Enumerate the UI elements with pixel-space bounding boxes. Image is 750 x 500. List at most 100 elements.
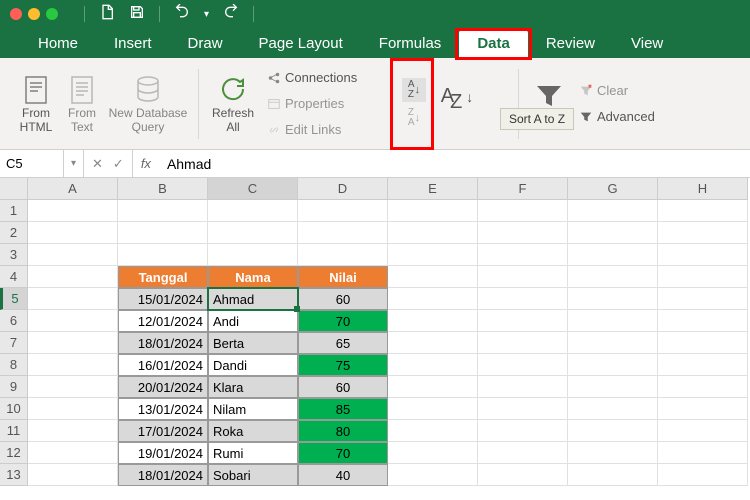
cell-G10[interactable] <box>568 398 658 420</box>
cell-E2[interactable] <box>388 222 478 244</box>
tab-page-layout[interactable]: Page Layout <box>241 30 361 58</box>
cell-C4[interactable]: Nama <box>208 266 298 288</box>
row-header-12[interactable]: 12 <box>0 442 28 464</box>
cell-F3[interactable] <box>478 244 568 266</box>
cell-D8[interactable]: 75 <box>298 354 388 376</box>
cell-C1[interactable] <box>208 200 298 222</box>
cell-E9[interactable] <box>388 376 478 398</box>
cell-C13[interactable]: Sobari <box>208 464 298 486</box>
cell-A4[interactable] <box>28 266 118 288</box>
cell-C11[interactable]: Roka <box>208 420 298 442</box>
name-box-dropdown[interactable]: ▾ <box>64 150 84 177</box>
cell-H3[interactable] <box>658 244 748 266</box>
cell-G4[interactable] <box>568 266 658 288</box>
row-header-2[interactable]: 2 <box>0 222 28 244</box>
sort-desc-button[interactable]: ZA↓ <box>402 106 426 130</box>
cell-C5[interactable]: Ahmad <box>208 288 298 310</box>
cell-F1[interactable] <box>478 200 568 222</box>
tab-formulas[interactable]: Formulas <box>361 30 460 58</box>
spreadsheet-grid[interactable]: ABCDEFGH1234Tanggal seleksiNamaNilai515/… <box>0 178 750 486</box>
cell-C7[interactable]: Berta <box>208 332 298 354</box>
cell-F7[interactable] <box>478 332 568 354</box>
cell-F13[interactable] <box>478 464 568 486</box>
cell-D11[interactable]: 80 <box>298 420 388 442</box>
col-header-E[interactable]: E <box>388 178 478 200</box>
col-header-D[interactable]: D <box>298 178 388 200</box>
cell-D6[interactable]: 70 <box>298 310 388 332</box>
cell-A8[interactable] <box>28 354 118 376</box>
cell-B3[interactable] <box>118 244 208 266</box>
cell-B10[interactable]: 13/01/2024 <box>118 398 208 420</box>
cell-H1[interactable] <box>658 200 748 222</box>
cell-G8[interactable] <box>568 354 658 376</box>
sort-asc-button[interactable]: AZ↓ <box>402 78 426 102</box>
cell-A7[interactable] <box>28 332 118 354</box>
col-header-C[interactable]: C <box>208 178 298 200</box>
cell-C10[interactable]: Nilam <box>208 398 298 420</box>
cell-A3[interactable] <box>28 244 118 266</box>
cell-A9[interactable] <box>28 376 118 398</box>
cell-B6[interactable]: 12/01/2024 <box>118 310 208 332</box>
cell-H9[interactable] <box>658 376 748 398</box>
formula-value[interactable]: Ahmad <box>159 150 750 177</box>
cell-D2[interactable] <box>298 222 388 244</box>
cell-E8[interactable] <box>388 354 478 376</box>
cell-B5[interactable]: 15/01/2024 <box>118 288 208 310</box>
cell-D3[interactable] <box>298 244 388 266</box>
from-html-button[interactable]: From HTML <box>14 73 58 135</box>
cell-C2[interactable] <box>208 222 298 244</box>
cell-B13[interactable]: 18/01/2024 <box>118 464 208 486</box>
row-header-13[interactable]: 13 <box>0 464 28 486</box>
cell-B12[interactable]: 19/01/2024 <box>118 442 208 464</box>
advanced-button[interactable]: Advanced <box>575 106 675 128</box>
cell-C12[interactable]: Rumi <box>208 442 298 464</box>
cell-H7[interactable] <box>658 332 748 354</box>
cell-H10[interactable] <box>658 398 748 420</box>
properties-button[interactable]: Properties <box>263 93 383 115</box>
row-header-10[interactable]: 10 <box>0 398 28 420</box>
window-close-icon[interactable] <box>10 8 22 20</box>
cell-H12[interactable] <box>658 442 748 464</box>
cell-C6[interactable]: Andi <box>208 310 298 332</box>
cell-D12[interactable]: 70 <box>298 442 388 464</box>
col-header-F[interactable]: F <box>478 178 568 200</box>
cell-G7[interactable] <box>568 332 658 354</box>
window-zoom-icon[interactable] <box>46 8 58 20</box>
cell-A2[interactable] <box>28 222 118 244</box>
cell-G3[interactable] <box>568 244 658 266</box>
cell-B11[interactable]: 17/01/2024 <box>118 420 208 442</box>
tab-draw[interactable]: Draw <box>170 30 241 58</box>
fx-label[interactable]: fx <box>133 150 159 177</box>
cell-B8[interactable]: 16/01/2024 <box>118 354 208 376</box>
tab-home[interactable]: Home <box>20 30 96 58</box>
col-header-G[interactable]: G <box>568 178 658 200</box>
row-header-9[interactable]: 9 <box>0 376 28 398</box>
redo-icon[interactable] <box>223 4 239 25</box>
cell-E1[interactable] <box>388 200 478 222</box>
cell-H2[interactable] <box>658 222 748 244</box>
cell-H5[interactable] <box>658 288 748 310</box>
cell-C8[interactable]: Dandi <box>208 354 298 376</box>
cell-A13[interactable] <box>28 464 118 486</box>
cell-B2[interactable] <box>118 222 208 244</box>
cell-G13[interactable] <box>568 464 658 486</box>
cell-E13[interactable] <box>388 464 478 486</box>
new-database-query-button[interactable]: New Database Query <box>106 73 190 135</box>
cell-C3[interactable] <box>208 244 298 266</box>
row-header-8[interactable]: 8 <box>0 354 28 376</box>
col-header-A[interactable]: A <box>28 178 118 200</box>
cell-D7[interactable]: 65 <box>298 332 388 354</box>
select-all-corner[interactable] <box>0 178 28 200</box>
cell-G2[interactable] <box>568 222 658 244</box>
cell-G5[interactable] <box>568 288 658 310</box>
cell-A10[interactable] <box>28 398 118 420</box>
cancel-icon[interactable]: ✕ <box>92 156 103 172</box>
tab-insert[interactable]: Insert <box>96 30 170 58</box>
cell-F5[interactable] <box>478 288 568 310</box>
save-icon[interactable] <box>129 4 145 25</box>
cell-F6[interactable] <box>478 310 568 332</box>
cell-A11[interactable] <box>28 420 118 442</box>
cell-E4[interactable] <box>388 266 478 288</box>
col-header-H[interactable]: H <box>658 178 748 200</box>
cell-D13[interactable]: 40 <box>298 464 388 486</box>
